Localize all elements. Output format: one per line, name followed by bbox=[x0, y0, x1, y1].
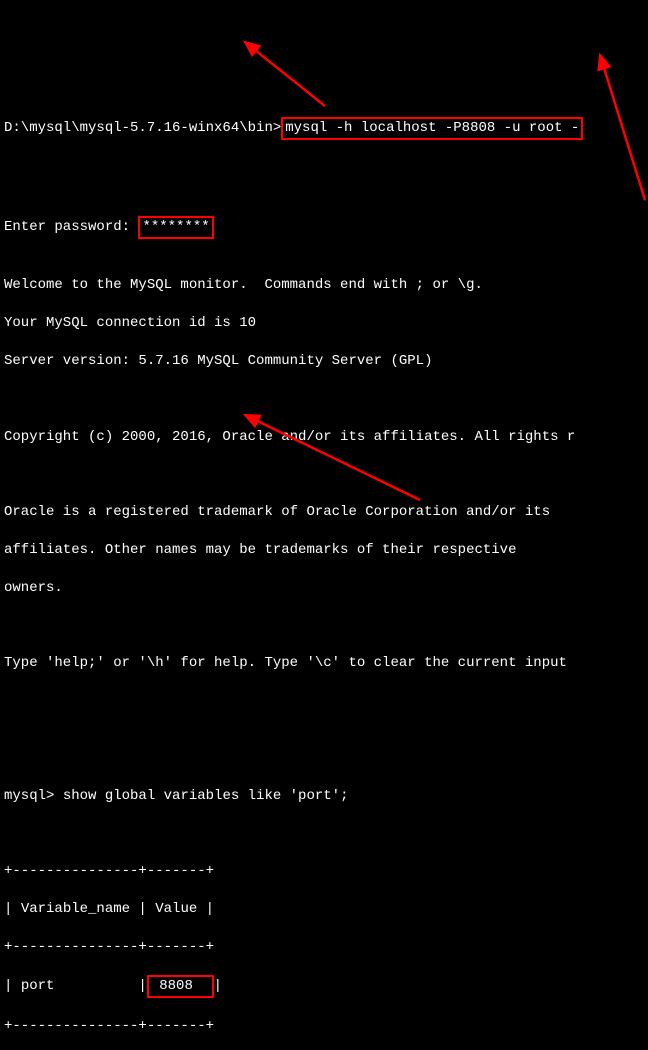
sql-query: show global variables like 'port'; bbox=[54, 788, 348, 804]
welcome-text: Welcome to the MySQL monitor. Commands e… bbox=[4, 276, 644, 295]
trademark-text: owners. bbox=[4, 579, 644, 598]
server-version: Server version: 5.7.16 MySQL Community S… bbox=[4, 352, 644, 371]
mysql-command: mysql -h localhost -P8808 -u root - bbox=[285, 120, 579, 136]
password-masked: ******** bbox=[142, 219, 209, 235]
arrow-to-password bbox=[245, 42, 325, 106]
password-prompt: Enter password: bbox=[4, 219, 130, 235]
trademark-text: Oracle is a registered trademark of Orac… bbox=[4, 503, 644, 522]
annotation-arrows bbox=[0, 0, 648, 525]
table-border: +---------------+-------+ bbox=[4, 1017, 644, 1036]
table-cell-variable: port bbox=[21, 978, 55, 994]
password-highlight-box: ******** bbox=[138, 216, 213, 239]
mysql-prompt[interactable]: mysql> bbox=[4, 788, 54, 804]
connection-id: Your MySQL connection id is 10 bbox=[4, 314, 644, 333]
command-highlight-box: mysql -h localhost -P8808 -u root - bbox=[281, 117, 583, 140]
port-value-highlight-box: 8808 bbox=[147, 975, 214, 998]
table-border: +---------------+-------+ bbox=[4, 938, 644, 957]
table-header-value: Value bbox=[155, 901, 197, 917]
table-header-variable: Variable_name bbox=[21, 901, 130, 917]
table-row: | port | 8808 | bbox=[4, 975, 644, 998]
trademark-text: affiliates. Other names may be trademark… bbox=[4, 541, 644, 560]
help-text: Type 'help;' or '\h' for help. Type '\c'… bbox=[4, 654, 644, 673]
table-header-row: | Variable_name | Value | bbox=[4, 900, 644, 919]
table-border: +---------------+-------+ bbox=[4, 862, 644, 881]
copyright-text: Copyright (c) 2000, 2016, Oracle and/or … bbox=[4, 428, 644, 447]
table-cell-value: 8808 bbox=[159, 978, 193, 994]
terminal-path: D:\mysql\mysql-5.7.16-winx64\bin> bbox=[4, 120, 281, 136]
